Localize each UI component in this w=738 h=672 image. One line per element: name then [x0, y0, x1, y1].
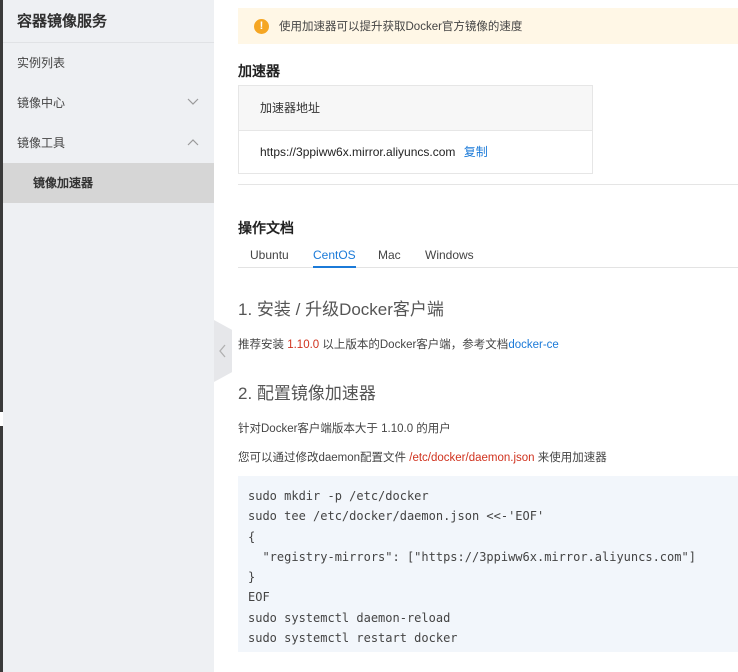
tab-windows[interactable]: Windows — [425, 240, 474, 268]
code-line: "registry-mirrors": ["https://3ppiww6x.m… — [248, 549, 696, 564]
sidebar-item-image-accelerator[interactable]: 镜像加速器 — [3, 163, 214, 203]
copy-button[interactable]: 复制 — [464, 145, 488, 159]
sidebar-item-label: 实例列表 — [17, 56, 66, 70]
tab-ubuntu[interactable]: Ubuntu — [250, 240, 289, 268]
accelerator-address-row: https://3ppiww6x.mirror.aliyuncs.com 复制 — [239, 131, 592, 174]
code-line: sudo tee /etc/docker/daemon.json <<-'EOF… — [248, 509, 545, 524]
step1-text-pre: 推荐安装 — [238, 339, 288, 351]
step1-text-mid: 以上版本的Docker客户端，参考文档 — [319, 339, 509, 351]
main-content: ! 使用加速器可以提升获取Docker官方镜像的速度 加速器 加速器地址 htt… — [214, 0, 738, 672]
code-line: } — [248, 570, 256, 585]
section-divider — [238, 184, 738, 185]
sidebar-item-image-center[interactable]: 镜像中心 — [3, 83, 214, 123]
sidebar: 容器镜像服务 实例列表 镜像中心 镜像工具 镜像加速器 — [3, 0, 214, 672]
code-line: sudo systemctl daemon-reload — [248, 610, 451, 625]
docker-ce-link[interactable]: docker-ce — [508, 339, 559, 351]
tab-mac[interactable]: Mac — [378, 240, 401, 268]
sidebar-item-image-tools[interactable]: 镜像工具 — [3, 123, 214, 163]
tab-centos[interactable]: CentOS — [313, 240, 356, 268]
notice-text: 使用加速器可以提升获取Docker官方镜像的速度 — [279, 21, 523, 33]
step1-text: 推荐安装 1.10.0 以上版本的Docker客户端，参考文档docker-ce — [238, 336, 559, 352]
docs-title: 操作文档 — [238, 220, 294, 236]
step2-line2-post: 来使用加速器 — [534, 452, 607, 464]
sidebar-item-instance-list[interactable]: 实例列表 — [3, 43, 214, 83]
chevron-up-icon — [187, 139, 199, 146]
accelerator-table-header: 加速器地址 — [239, 86, 592, 131]
sidebar-item-label: 镜像中心 — [17, 96, 66, 110]
code-line: sudo systemctl restart docker — [248, 631, 458, 646]
step1-heading: 1. 安装 / 升级Docker客户端 — [238, 300, 444, 319]
step2-line2: 您可以通过修改daemon配置文件 /etc/docker/daemon.jso… — [238, 449, 607, 465]
step2-line1: 针对Docker客户端版本大于 1.10.0 的用户 — [238, 423, 451, 435]
accelerator-title: 加速器 — [238, 63, 280, 79]
step2-heading: 2. 配置镜像加速器 — [238, 384, 376, 403]
accelerator-table: 加速器地址 https://3ppiww6x.mirror.aliyuncs.c… — [238, 85, 593, 174]
code-line: EOF — [248, 590, 270, 605]
notice-banner: ! 使用加速器可以提升获取Docker官方镜像的速度 — [238, 8, 738, 44]
chevron-down-icon — [187, 98, 199, 105]
code-line: { — [248, 529, 256, 544]
code-line: sudo mkdir -p /etc/docker — [248, 489, 429, 503]
code-block: sudo mkdir -p /etc/docker sudo tee /etc/… — [238, 476, 738, 652]
os-tabs: Ubuntu CentOS Mac Windows — [238, 240, 738, 268]
warning-icon: ! — [254, 18, 269, 34]
sidebar-item-label: 镜像工具 — [17, 136, 66, 150]
step2-line2-pre: 您可以通过修改daemon配置文件 — [238, 452, 410, 464]
sidebar-title: 容器镜像服务 — [3, 0, 214, 43]
accelerator-address: https://3ppiww6x.mirror.aliyuncs.com — [260, 145, 456, 159]
daemon-config-path: /etc/docker/daemon.json — [409, 452, 535, 464]
recommended-version: 1.10.0 — [287, 339, 320, 351]
